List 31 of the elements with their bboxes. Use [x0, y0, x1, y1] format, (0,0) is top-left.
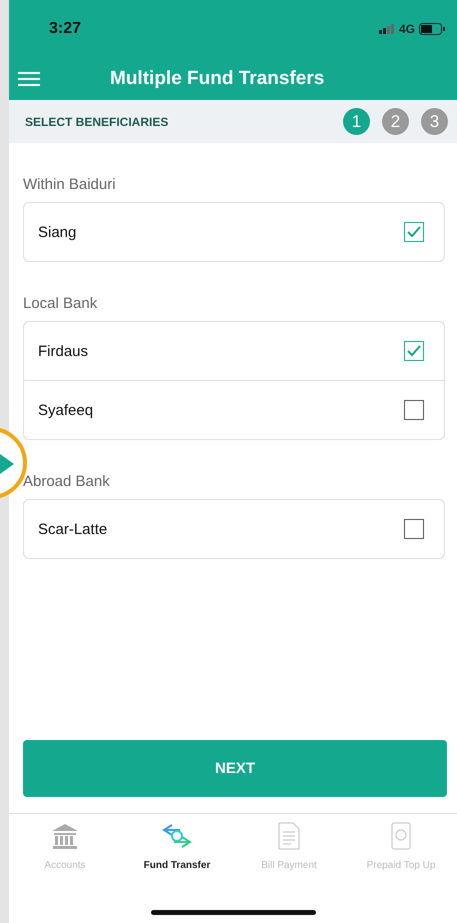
- next-button[interactable]: NEXT: [23, 740, 447, 797]
- checkbox[interactable]: [404, 222, 424, 242]
- phone-icon: [391, 822, 411, 850]
- battery-icon: [419, 23, 445, 35]
- bank-icon: [50, 822, 80, 850]
- network-label: 4G: [398, 22, 415, 36]
- checkbox[interactable]: [404, 400, 424, 420]
- screen-title: Multiple Fund Transfers: [110, 68, 324, 90]
- beneficiary-name: Syafeeq: [38, 402, 94, 418]
- group-title: Within Baiduri: [23, 176, 117, 193]
- document-icon: [278, 822, 300, 850]
- tab-item[interactable]: Accounts: [9, 822, 121, 894]
- beneficiary-name: Firdaus: [38, 342, 88, 360]
- tab-item[interactable]: Fund Transfer: [121, 822, 233, 894]
- group-title: Abroad Bank: [23, 473, 111, 490]
- tab-item[interactable]: Bill Payment: [233, 822, 345, 894]
- checkbox[interactable]: [404, 341, 424, 361]
- tab-item[interactable]: Prepaid Top Up: [345, 822, 457, 894]
- step-indicator: 3: [421, 108, 448, 135]
- signal-icon: [378, 24, 395, 34]
- step-label: SELECT BENEFICIARIES: [25, 114, 168, 128]
- menu-icon[interactable]: [18, 71, 40, 87]
- checkbox[interactable]: [404, 519, 424, 539]
- step-indicator: 1: [343, 108, 370, 135]
- group-title: Local Bank: [23, 295, 98, 312]
- step-indicator: 2: [382, 108, 409, 135]
- beneficiary-name: Scar-Latte: [38, 520, 108, 538]
- status-time: 3:27: [49, 20, 82, 38]
- beneficiary-name: Siang: [38, 224, 76, 240]
- arrows-icon: [160, 822, 194, 850]
- play-icon: [0, 454, 14, 474]
